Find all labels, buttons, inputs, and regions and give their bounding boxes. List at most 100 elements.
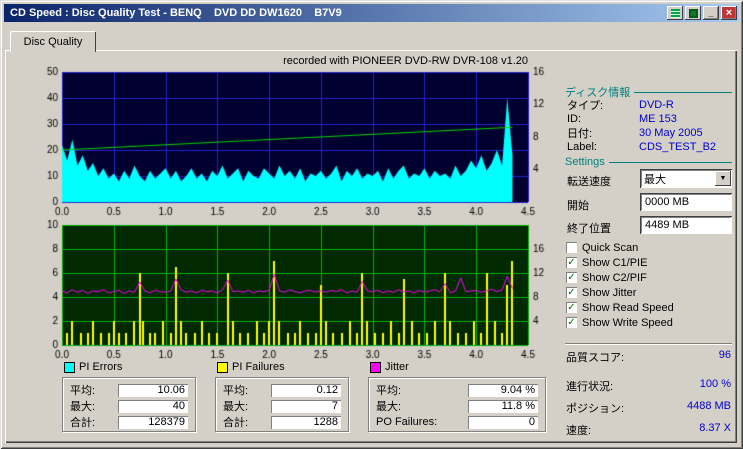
disc-info-value: DVD-R [639, 99, 674, 111]
disc-icon[interactable] [685, 6, 701, 20]
pi-failures-jitter-chart [30, 218, 560, 370]
stat-value: 9.04 % [468, 384, 538, 397]
stat-value: 40 [118, 400, 188, 413]
quality-score-label: 品質スコア: [566, 349, 624, 365]
legend-label: PI Failures [232, 361, 285, 373]
speed-row: 速度: 8.37 X [566, 422, 731, 438]
stat-label: 平均: [223, 382, 248, 398]
position-value: 4488 MB [687, 400, 731, 416]
chart-icon-image [671, 9, 680, 18]
checkbox-box [566, 242, 577, 253]
title-bar: CD Speed : Disc Quality Test - BENQ DVD … [4, 4, 739, 22]
window-title: CD Speed : Disc Quality Test - BENQ DVD … [6, 7, 667, 19]
chart-icon[interactable] [667, 6, 683, 20]
stat-value: 128379 [118, 416, 188, 429]
progress-row: 進行状況: 100 % [566, 378, 731, 394]
legend-label: PI Errors [79, 361, 122, 373]
checkbox-show-c2-pif[interactable]: ✓ Show C2/PIF [566, 270, 674, 285]
transfer-speed-label: 転送速度 [567, 173, 611, 189]
progress-label: 進行状況: [566, 378, 613, 394]
checkbox-box: ✓ [566, 317, 577, 328]
checkbox-label: Show Write Speed [582, 317, 673, 329]
speed-label: 速度: [566, 422, 591, 438]
disc-info-label: Label: [567, 141, 639, 153]
separator-line [609, 162, 732, 163]
checkbox-label: Show Jitter [582, 287, 636, 299]
legend-swatch [370, 362, 381, 373]
position-label: ポジション: [566, 400, 624, 416]
disc-info-value: CDS_TEST_B2 [639, 141, 716, 153]
minimize-button[interactable]: _ [703, 6, 719, 20]
stat-label: 最大: [223, 398, 248, 414]
legend-swatch [217, 362, 228, 373]
stat-value: 1288 [271, 416, 341, 429]
checkbox-label: Show Read Speed [582, 302, 674, 314]
transfer-speed-value: 最大 [640, 171, 714, 187]
disc-info-label: 日付: [567, 125, 639, 141]
checkbox-box: ✓ [566, 257, 577, 268]
end-position-input[interactable]: 4489 MB [640, 216, 732, 234]
separator [565, 343, 732, 345]
chevron-down-icon[interactable]: ▼ [715, 171, 731, 186]
disc-icon-image [689, 9, 698, 18]
disc-info-row: 日付:30 May 2005 [567, 126, 732, 140]
position-row: ポジション: 4488 MB [566, 400, 731, 416]
disc-info-row: タイプ:DVD-R [567, 98, 732, 112]
stat-row: 平均: 9.04 % [376, 382, 538, 398]
checkbox-label: Show C1/PIE [582, 257, 647, 269]
checkbox-show-write-speed[interactable]: ✓ Show Write Speed [566, 315, 674, 330]
title-bar-buttons: _ × [667, 6, 737, 20]
stats-box-2: 平均: 9.04 % 最大: 11.8 % PO Failures: 0 [368, 377, 546, 432]
transfer-speed-select[interactable]: 最大 ▼ [640, 169, 732, 188]
close-button[interactable]: × [721, 6, 737, 20]
stat-value: 10.06 [118, 384, 188, 397]
stat-label: 合計: [223, 414, 248, 430]
stat-row: 平均: 10.06 [70, 382, 188, 398]
speed-value: 8.37 X [699, 422, 731, 438]
tab-disc-quality[interactable]: Disc Quality [10, 31, 96, 52]
settings-title: Settings [565, 156, 605, 168]
legend-swatch [64, 362, 75, 373]
checkbox-show-c1-pie[interactable]: ✓ Show C1/PIE [566, 255, 674, 270]
start-position-input[interactable]: 0000 MB [640, 193, 732, 211]
stat-value: 7 [271, 400, 341, 413]
legend-item-pi-errors: PI Errors [64, 361, 122, 373]
stat-label: 平均: [376, 382, 401, 398]
stat-row: 最大: 40 [70, 398, 188, 414]
app-window: CD Speed : Disc Quality Test - BENQ DVD … [0, 0, 743, 449]
stat-label: 最大: [70, 398, 95, 414]
disc-info-value: 30 May 2005 [639, 127, 703, 139]
stat-label: PO Failures: [376, 416, 437, 428]
tab-label: Disc Quality [24, 36, 83, 48]
legend-label: Jitter [385, 361, 409, 373]
checkbox-label: Quick Scan [582, 242, 638, 254]
checkbox-box: ✓ [566, 287, 577, 298]
stat-row: 平均:0.12 [223, 382, 341, 398]
stats-box-1: 平均:0.12最大: 7 合計: 1288 [215, 377, 349, 432]
disc-info-row: Label:CDS_TEST_B2 [567, 140, 732, 154]
checkbox-box: ✓ [566, 272, 577, 283]
end-position-label: 終了位置 [567, 220, 611, 236]
stat-row: 最大: 11.8 % [376, 398, 538, 414]
stat-value: 0 [468, 416, 538, 429]
disc-info-row: ID:ME 153 [567, 112, 732, 126]
disc-info-list: タイプ:DVD-RID:ME 153日付:30 May 2005Label:CD… [567, 98, 732, 154]
legend-item-jitter: Jitter [370, 361, 409, 373]
stats-box-0: 平均: 10.06 最大: 40 合計: 128379 [62, 377, 196, 432]
separator-line [634, 92, 732, 93]
checkbox-show-read-speed[interactable]: ✓Show Read Speed [566, 300, 674, 315]
stat-row: PO Failures: 0 [376, 414, 538, 430]
checkbox-show-jitter[interactable]: ✓ Show Jitter [566, 285, 674, 300]
stat-label: 合計: [70, 414, 95, 430]
progress-value: 100 % [700, 378, 731, 394]
checkbox-list: Quick Scan✓Show C1/PIE✓Show C2/PIF✓Show … [566, 240, 674, 330]
stat-row: 最大: 7 [223, 398, 341, 414]
checkbox-quick-scan[interactable]: Quick Scan [566, 240, 674, 255]
pi-errors-chart [30, 60, 560, 218]
disc-info-label: タイプ: [567, 97, 639, 113]
start-position-label: 開始 [567, 197, 589, 213]
checkbox-label: Show C2/PIF [582, 272, 647, 284]
stat-label: 最大: [376, 398, 401, 414]
stat-label: 平均: [70, 382, 95, 398]
stat-value: 11.8 % [468, 400, 538, 413]
